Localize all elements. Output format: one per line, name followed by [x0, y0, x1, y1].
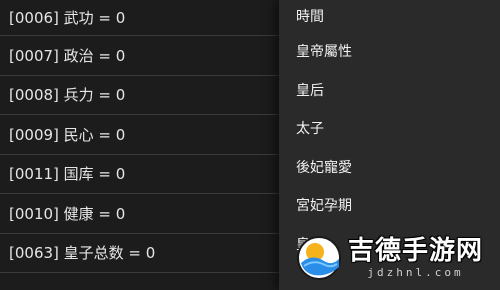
- menu-item-emperor-attributes[interactable]: 皇帝屬性: [279, 32, 500, 71]
- variable-row-0010[interactable]: [0010] 健康 = 0: [0, 194, 280, 234]
- variable-row-0006[interactable]: [0006] 武功 = 0: [0, 0, 280, 36]
- menu-item-time[interactable]: 時間: [279, 0, 500, 32]
- menu-item-consort-favor[interactable]: 後妃寵愛: [279, 148, 500, 187]
- site-logo-icon: [297, 236, 341, 280]
- menu-item-crown-prince[interactable]: 太子: [279, 109, 500, 148]
- variable-row-0007[interactable]: [0007] 政治 = 0: [0, 36, 280, 76]
- watermark-title: 吉德手游网: [347, 236, 484, 266]
- watermark-text: 吉德手游网 jdzhnl.com: [347, 236, 484, 279]
- variable-row-0009[interactable]: [0009] 民心 = 0: [0, 115, 280, 155]
- variable-row-0008[interactable]: [0008] 兵力 = 0: [0, 76, 280, 115]
- menu-item-consort-pregnancy[interactable]: 宮妃孕期: [279, 186, 500, 225]
- watermark-url: jdzhnl.com: [367, 266, 464, 279]
- variable-row-0063[interactable]: [0063] 皇子总数 = 0: [0, 234, 280, 273]
- screen: [0006] 武功 = 0 [0007] 政治 = 0 [0008] 兵力 = …: [0, 0, 500, 290]
- variable-list: [0006] 武功 = 0 [0007] 政治 = 0 [0008] 兵力 = …: [0, 0, 280, 290]
- menu-item-empress[interactable]: 皇后: [279, 71, 500, 110]
- variable-row-0011[interactable]: [0011] 国库 = 0: [0, 155, 280, 194]
- site-watermark: 吉德手游网 jdzhnl.com: [296, 228, 496, 288]
